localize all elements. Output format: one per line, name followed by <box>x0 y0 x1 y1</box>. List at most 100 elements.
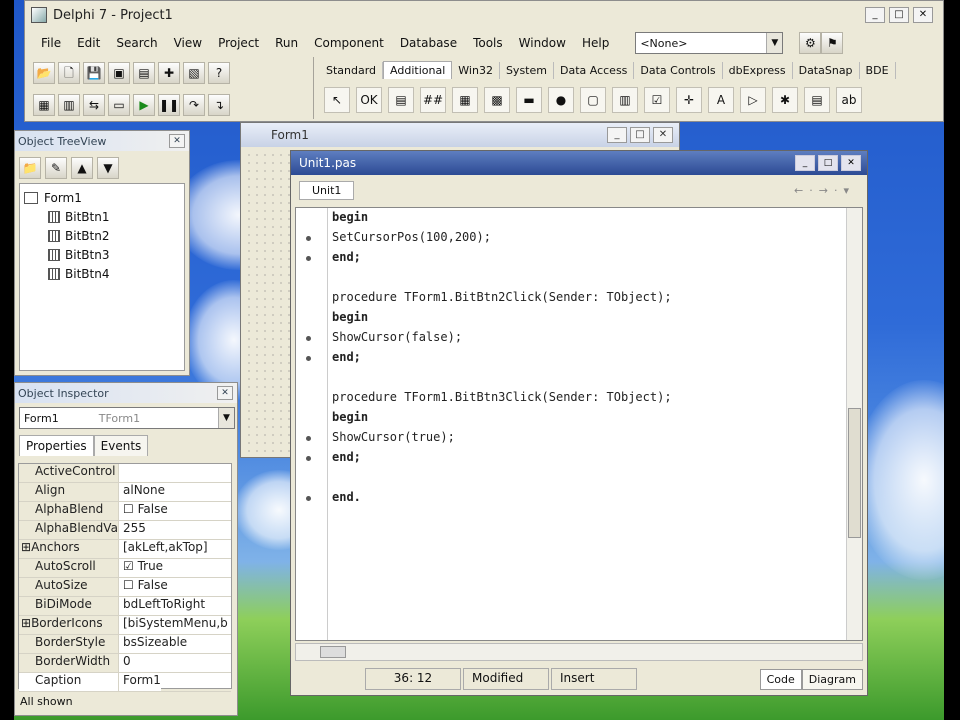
property-value[interactable]: 0 <box>119 654 131 672</box>
checkbox-checked-icon[interactable]: ☑ <box>123 559 138 573</box>
shape-icon[interactable]: ● <box>548 87 574 113</box>
breakpoint-dot[interactable] <box>306 256 311 261</box>
palette-tab-data-access[interactable]: Data Access <box>554 61 635 79</box>
menu-run[interactable]: Run <box>267 36 306 50</box>
form-minimize-button[interactable]: _ <box>607 127 627 143</box>
toggle-form-unit-icon[interactable]: ⇆ <box>83 94 105 116</box>
tab-diagram[interactable]: Diagram <box>801 668 863 690</box>
code-line[interactable]: begin <box>332 410 368 430</box>
property-row[interactable]: BiDiMode bdLeftToRight <box>19 597 231 616</box>
property-row[interactable]: AlphaBlend ☐ False <box>19 502 231 521</box>
speedbutton-icon[interactable]: ▤ <box>388 87 414 113</box>
palette-tab-win32[interactable]: Win32 <box>452 61 500 79</box>
pointer-icon[interactable]: ↖ <box>324 87 350 113</box>
editor-minimize-button[interactable]: _ <box>795 155 815 171</box>
form-maximize-button[interactable]: □ <box>630 127 650 143</box>
add-file-icon[interactable]: ✚ <box>158 62 180 84</box>
image-icon[interactable]: ▬ <box>516 87 542 113</box>
chevron-down-icon[interactable]: ▼ <box>218 408 234 428</box>
code-area[interactable]: begin SetCursorPos(100,200); end; proced… <box>295 207 863 641</box>
editor-maximize-button[interactable]: □ <box>818 155 838 171</box>
labelededit-icon[interactable]: ab <box>836 87 862 113</box>
bevel-icon[interactable]: ▢ <box>580 87 606 113</box>
tab-events[interactable]: Events <box>93 435 149 456</box>
treeview-close-icon[interactable]: ✕ <box>169 134 185 148</box>
tab-properties[interactable]: Properties <box>19 435 94 456</box>
bitbtn-icon[interactable]: OK <box>356 87 382 113</box>
breakpoint-dot[interactable] <box>306 336 311 341</box>
scrollbox-icon[interactable]: ▥ <box>612 87 638 113</box>
menu-help[interactable]: Help <box>574 36 617 50</box>
editor-horizontal-scroll-thumb[interactable] <box>320 646 346 658</box>
menu-tools[interactable]: Tools <box>465 36 511 50</box>
property-value[interactable]: [biSystemMenu,b <box>119 616 228 634</box>
view-form-icon[interactable]: ▥ <box>58 94 80 116</box>
help-icon[interactable]: ? <box>208 62 230 84</box>
property-value[interactable]: [akLeft,akTop] <box>119 540 208 558</box>
view-unit-icon[interactable]: ▦ <box>33 94 55 116</box>
property-row-selected[interactable]: Caption Form1 <box>19 673 231 692</box>
menu-window[interactable]: Window <box>511 36 574 50</box>
editor-nav-arrows[interactable]: ←·→·▾ <box>794 184 855 197</box>
tree-item-root[interactable]: Form1 <box>24 188 180 207</box>
code-line[interactable]: begin <box>332 210 368 230</box>
breakpoint-dot[interactable] <box>306 496 311 501</box>
editor-close-button[interactable]: ✕ <box>841 155 861 171</box>
property-value[interactable]: alNone <box>119 483 165 501</box>
property-value[interactable]: ☐ False <box>119 578 168 596</box>
property-value[interactable]: bsSizeable <box>119 635 187 653</box>
menu-view[interactable]: View <box>166 36 210 50</box>
minimize-button[interactable]: _ <box>865 7 885 23</box>
breakpoint-dot[interactable] <box>306 456 311 461</box>
checkbox-icon[interactable]: ☐ <box>123 502 138 516</box>
open-project-icon[interactable]: ▤ <box>133 62 155 84</box>
checkbox-icon[interactable]: ☐ <box>123 578 138 592</box>
tab-unit1[interactable]: Unit1 <box>299 180 355 200</box>
tree-item[interactable]: BitBtn2 <box>24 226 180 245</box>
save-all-icon[interactable]: ▣ <box>108 62 130 84</box>
tab-code[interactable]: Code <box>759 668 802 690</box>
remove-file-icon[interactable]: ▧ <box>183 62 205 84</box>
editor-horizontal-scrollbar[interactable] <box>295 643 863 661</box>
editor-vertical-scrollbar[interactable] <box>846 208 862 640</box>
palette-tab-standard[interactable]: Standard <box>320 61 384 79</box>
menu-database[interactable]: Database <box>392 36 465 50</box>
expand-icon[interactable]: ⊞ <box>21 616 31 630</box>
new-form-icon[interactable]: ▭ <box>108 94 130 116</box>
trace-icon[interactable]: ↴ <box>208 94 230 116</box>
maximize-button[interactable]: □ <box>889 7 909 23</box>
breakpoint-dot[interactable] <box>306 236 311 241</box>
code-line[interactable]: end; <box>332 450 361 470</box>
statictext-icon[interactable]: A <box>708 87 734 113</box>
code-line[interactable]: end; <box>332 350 361 370</box>
property-value[interactable]: ☐ False <box>119 502 168 520</box>
expand-icon[interactable]: ⊞ <box>21 540 31 554</box>
breakpoint-dot[interactable] <box>306 436 311 441</box>
property-row[interactable]: Align alNone <box>19 483 231 502</box>
property-value[interactable] <box>119 464 123 482</box>
property-value[interactable]: bdLeftToRight <box>119 597 205 615</box>
controlbar-icon[interactable]: ▷ <box>740 87 766 113</box>
code-line[interactable]: SetCursorPos(100,200); <box>332 230 491 250</box>
property-value[interactable]: Form1 <box>119 673 161 691</box>
menu-component[interactable]: Component <box>306 36 392 50</box>
code-line[interactable]: ShowCursor(true); <box>332 430 455 450</box>
close-button[interactable]: ✕ <box>913 7 933 23</box>
palette-tab-bde[interactable]: BDE <box>860 61 896 79</box>
splitter-icon[interactable]: ✛ <box>676 87 702 113</box>
step-icon[interactable]: ↷ <box>183 94 205 116</box>
save-icon[interactable]: 💾 <box>83 62 105 84</box>
menu-search[interactable]: Search <box>108 36 165 50</box>
arrow-up-icon[interactable]: ▲ <box>71 157 93 179</box>
code-line[interactable]: ShowCursor(false); <box>332 330 462 350</box>
save-desktop-icon[interactable]: ⚙ <box>799 32 822 54</box>
appevents-icon[interactable]: ✱ <box>772 87 798 113</box>
property-row[interactable]: AutoSize ☐ False <box>19 578 231 597</box>
inspector-object-combo[interactable]: Form1 TForm1 ▼ <box>19 407 235 429</box>
arrow-down-icon[interactable]: ▼ <box>97 157 119 179</box>
property-row[interactable]: ActiveControl <box>19 464 231 483</box>
code-line[interactable]: procedure TForm1.BitBtn3Click(Sender: TO… <box>332 390 672 410</box>
menu-edit[interactable]: Edit <box>69 36 108 50</box>
chevron-down-icon[interactable]: ▼ <box>766 33 783 53</box>
palette-tab-data-controls[interactable]: Data Controls <box>634 61 723 79</box>
